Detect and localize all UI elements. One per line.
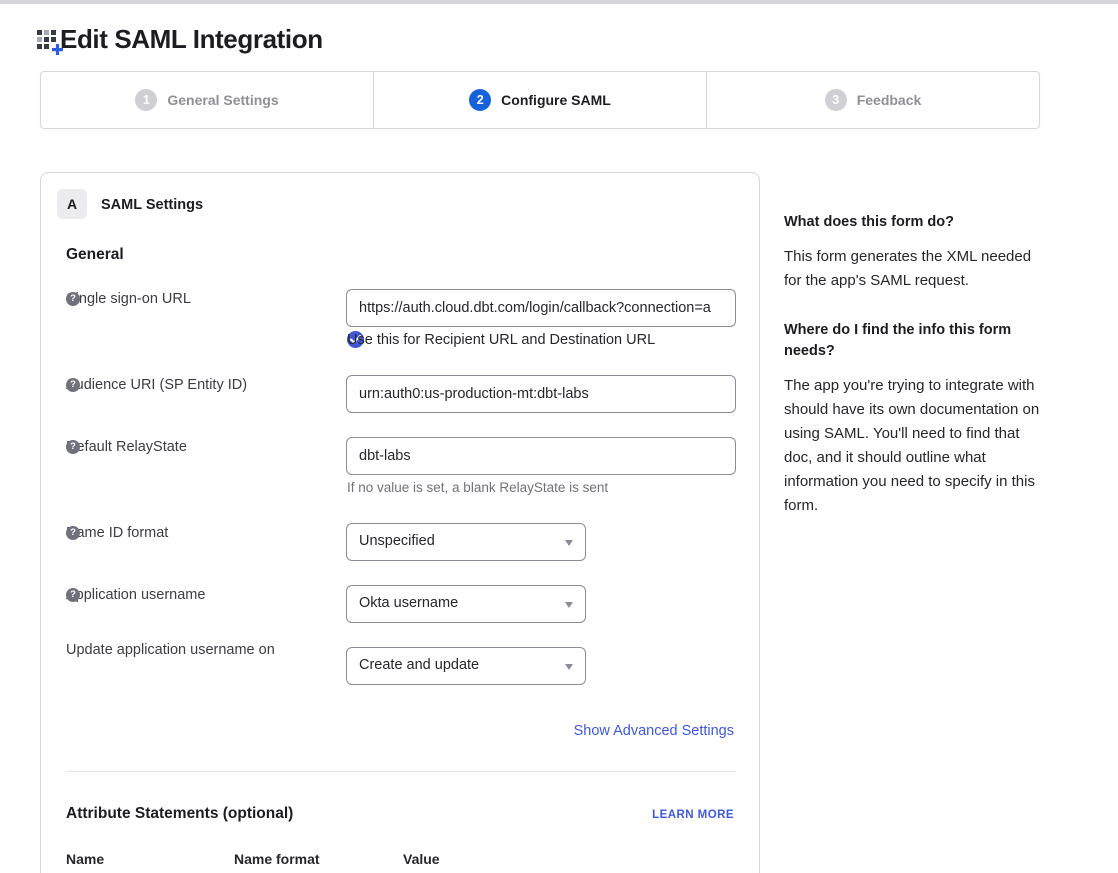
show-advanced-settings-link[interactable]: Show Advanced Settings (574, 723, 734, 739)
step-number-badge: 1 (135, 89, 157, 111)
help-icon[interactable] (66, 378, 80, 392)
update-application-username-select[interactable]: Create and update (346, 647, 586, 685)
checkbox-label: Use this for Recipient URL and Destinati… (347, 332, 655, 348)
name-id-format-label-text: Name ID format (66, 523, 168, 543)
chevron-down-icon (565, 540, 573, 546)
name-id-format-label: Name ID format (66, 526, 80, 540)
selected-value: Okta username (359, 595, 458, 611)
window-top-border (0, 0, 1118, 4)
selected-value: Create and update (359, 657, 479, 673)
step-label: Feedback (857, 92, 922, 108)
section-title: SAML Settings (101, 197, 203, 213)
sso-url-label-text: Single sign-on URL (66, 289, 191, 309)
help-icon[interactable] (66, 526, 80, 540)
attribute-statements-heading: Attribute Statements (optional) (66, 805, 293, 823)
step-number-badge: 2 (469, 89, 491, 111)
selected-value: Unspecified (359, 533, 435, 549)
section-divider (66, 771, 736, 772)
application-username-label-text: Application username (66, 585, 205, 605)
default-relaystate-input[interactable] (346, 437, 736, 475)
application-username-label: Application username (66, 588, 80, 602)
saml-settings-panel: A SAML Settings General Single sign-on U… (40, 172, 760, 873)
sso-url-label: Single sign-on URL (66, 292, 80, 306)
default-relaystate-label-text: Default RelayState (66, 437, 187, 457)
stepper-step-general-settings[interactable]: 1 General Settings (41, 72, 373, 128)
page-title: Edit SAML Integration (60, 24, 323, 55)
chevron-down-icon (565, 664, 573, 670)
application-username-select[interactable]: Okta username (346, 585, 586, 623)
help-icon[interactable] (66, 588, 80, 602)
audience-uri-label-text: Audience URI (SP Entity ID) (66, 375, 247, 395)
update-application-username-label-text: Update application username on (66, 640, 275, 660)
chevron-down-icon (565, 602, 573, 608)
audience-uri-input[interactable] (346, 375, 736, 413)
help-icon[interactable] (66, 292, 80, 306)
learn-more-link[interactable]: LEARN MORE (652, 809, 734, 821)
column-header-name-format: Name format (234, 851, 320, 867)
general-section-heading: General (66, 246, 124, 264)
step-label: Configure SAML (501, 92, 611, 108)
help-icon[interactable] (66, 440, 80, 454)
name-id-format-select[interactable]: Unspecified (346, 523, 586, 561)
sidebar-question-1: What does this form do? (784, 212, 1042, 233)
column-header-value: Value (403, 851, 440, 867)
wizard-stepper: 1 General Settings 2 Configure SAML 3 Fe… (40, 71, 1040, 129)
column-header-name: Name (66, 851, 104, 867)
sidebar-question-2: Where do I find the info this form needs… (784, 320, 1042, 362)
relaystate-hint: If no value is set, a blank RelayState i… (347, 480, 608, 495)
audience-uri-label: Audience URI (SP Entity ID) (66, 378, 80, 392)
sidebar-answer-1: This form generates the XML needed for t… (784, 245, 1042, 293)
section-badge: A (57, 189, 87, 219)
help-sidebar: What does this form do? This form genera… (784, 212, 1042, 545)
sidebar-answer-2: The app you're trying to integrate with … (784, 374, 1042, 518)
stepper-step-configure-saml[interactable]: 2 Configure SAML (373, 72, 706, 128)
step-number-badge: 3 (825, 89, 847, 111)
default-relaystate-label: Default RelayState (66, 440, 80, 454)
step-label: General Settings (167, 92, 278, 108)
stepper-step-feedback[interactable]: 3 Feedback (706, 72, 1039, 128)
sso-url-input[interactable] (346, 289, 736, 327)
recipient-destination-checkbox-row: Use this for Recipient URL and Destinati… (347, 331, 364, 348)
